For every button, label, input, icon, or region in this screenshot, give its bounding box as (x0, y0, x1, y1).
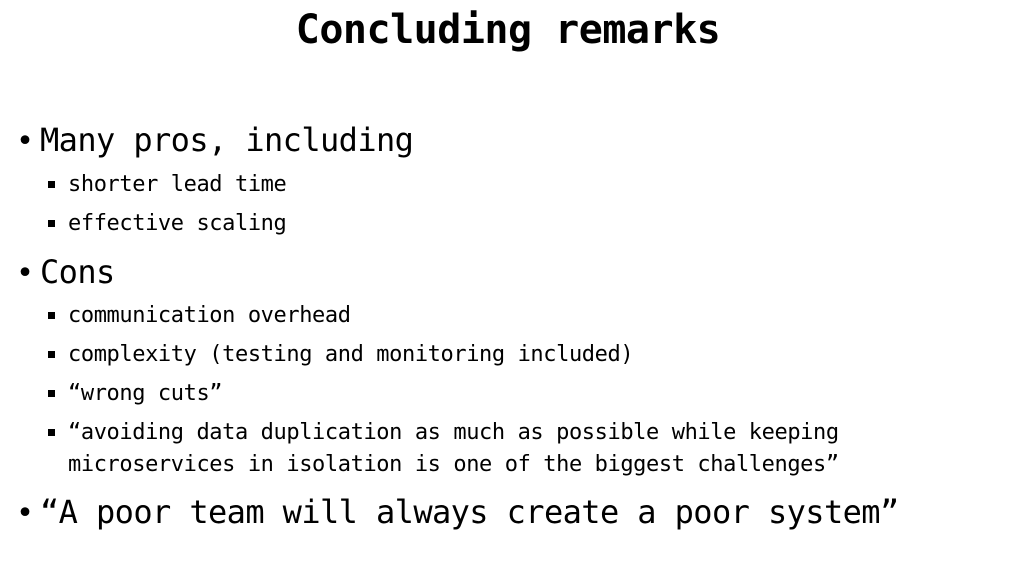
sub-bullet-text: shorter lead time (68, 172, 287, 197)
bullet-pros: • Many pros, including (16, 120, 1006, 162)
square-bullet-icon (48, 181, 55, 188)
sub-bullet-text: communication overhead (68, 303, 351, 328)
sub-bullet-text: “wrong cuts” (68, 381, 223, 406)
bullet-text: Cons (40, 253, 115, 291)
bullet-quote: • “A poor team will always create a poor … (16, 492, 1006, 534)
bullet-cons: • Cons (16, 252, 1006, 294)
sub-bullet: “avoiding data duplication as much as po… (46, 417, 996, 481)
square-bullet-icon (48, 220, 55, 227)
square-bullet-icon (48, 390, 55, 397)
sub-bullet: “wrong cuts” (46, 378, 996, 410)
bullet-dot-icon: • (16, 496, 34, 531)
square-bullet-icon (48, 429, 55, 436)
slide-title: Concluding remarks (295, 7, 721, 53)
sub-bullet-text: complexity (testing and monitoring inclu… (68, 342, 634, 367)
bullet-dot-icon: • (16, 124, 34, 159)
bullet-dot-icon: • (16, 256, 34, 291)
sub-bullet: effective scaling (46, 208, 996, 240)
bullet-text: Many pros, including (40, 121, 414, 159)
square-bullet-icon (48, 312, 55, 319)
sub-bullet-text: “avoiding data duplication as much as po… (68, 420, 839, 477)
sub-bullet: complexity (testing and monitoring inclu… (46, 339, 996, 371)
sub-bullet: shorter lead time (46, 169, 996, 201)
bullet-text: “A poor team will always create a poor s… (40, 493, 899, 531)
sub-bullet: communication overhead (46, 300, 996, 332)
square-bullet-icon (48, 351, 55, 358)
sub-bullet-text: effective scaling (68, 211, 287, 236)
